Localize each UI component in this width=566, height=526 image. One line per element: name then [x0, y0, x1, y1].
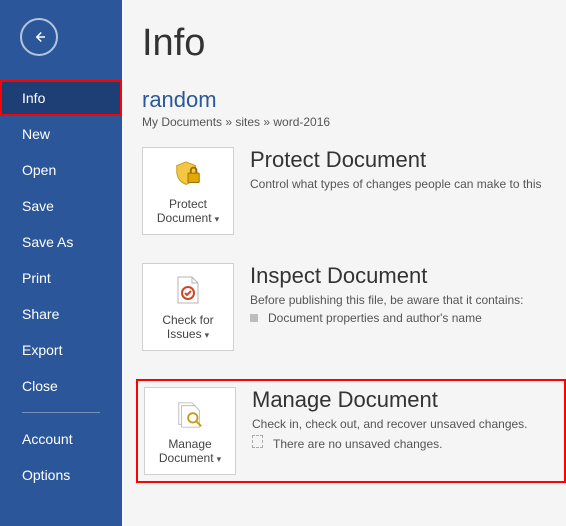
document-check-icon [175, 276, 201, 306]
nav-new[interactable]: New [0, 116, 122, 152]
nav-label: Info [22, 90, 45, 106]
protect-desc: Control what types of changes people can… [250, 177, 560, 191]
manage-desc: Check in, check out, and recover unsaved… [252, 417, 552, 431]
tile-label: Manage Document [159, 437, 214, 465]
document-path: My Documents » sites » word-2016 [142, 115, 566, 129]
nav-separator [22, 412, 100, 413]
protect-heading: Protect Document [250, 147, 560, 173]
nav-label: Export [22, 342, 62, 358]
document-search-icon [175, 400, 205, 430]
nav-label: Print [22, 270, 51, 286]
file-sidebar: Info New Open Save Save As Print Share E… [0, 0, 122, 526]
nav-open[interactable]: Open [0, 152, 122, 188]
dropdown-caret-icon: ▾ [217, 454, 222, 464]
nav-account[interactable]: Account [0, 421, 122, 457]
page-title: Info [142, 22, 566, 65]
dropdown-caret-icon: ▾ [215, 214, 220, 224]
manage-document-button[interactable]: Manage Document▾ [144, 387, 236, 475]
inspect-bullet: Document properties and author's name [250, 311, 560, 325]
shield-lock-icon [173, 160, 203, 190]
back-button[interactable] [20, 18, 58, 56]
nav-close[interactable]: Close [0, 368, 122, 404]
inspect-desc: Before publishing this file, be aware th… [250, 293, 560, 307]
nav-save-as[interactable]: Save As [0, 224, 122, 260]
nav-label: Close [22, 378, 58, 394]
nav-label: Share [22, 306, 59, 322]
back-arrow-icon [30, 28, 48, 46]
nav-options[interactable]: Options [0, 457, 122, 493]
nav-share[interactable]: Share [0, 296, 122, 332]
nav-label: Open [22, 162, 56, 178]
dropdown-caret-icon: ▾ [205, 330, 210, 340]
document-name: random [142, 87, 566, 113]
nav-print[interactable]: Print [0, 260, 122, 296]
tile-label: Protect Document [157, 197, 212, 225]
nav-export[interactable]: Export [0, 332, 122, 368]
nav-label: New [22, 126, 50, 142]
nav-info[interactable]: Info [0, 80, 122, 116]
nav-label: Options [22, 467, 70, 483]
section-protect: Protect Document▾ Protect Document Contr… [142, 147, 566, 235]
check-for-issues-button[interactable]: Check for Issues▾ [142, 263, 234, 351]
manage-heading: Manage Document [252, 387, 552, 413]
section-manage: Manage Document▾ Manage Document Check i… [136, 379, 566, 483]
nav-save[interactable]: Save [0, 188, 122, 224]
manage-bullet: There are no unsaved changes. [252, 435, 552, 451]
protect-document-button[interactable]: Protect Document▾ [142, 147, 234, 235]
section-inspect: Check for Issues▾ Inspect Document Befor… [142, 263, 566, 351]
nav-label: Save [22, 198, 54, 214]
nav-label: Account [22, 431, 73, 447]
main-panel: Info random My Documents » sites » word-… [122, 0, 566, 526]
inspect-heading: Inspect Document [250, 263, 560, 289]
nav-label: Save As [22, 234, 73, 250]
